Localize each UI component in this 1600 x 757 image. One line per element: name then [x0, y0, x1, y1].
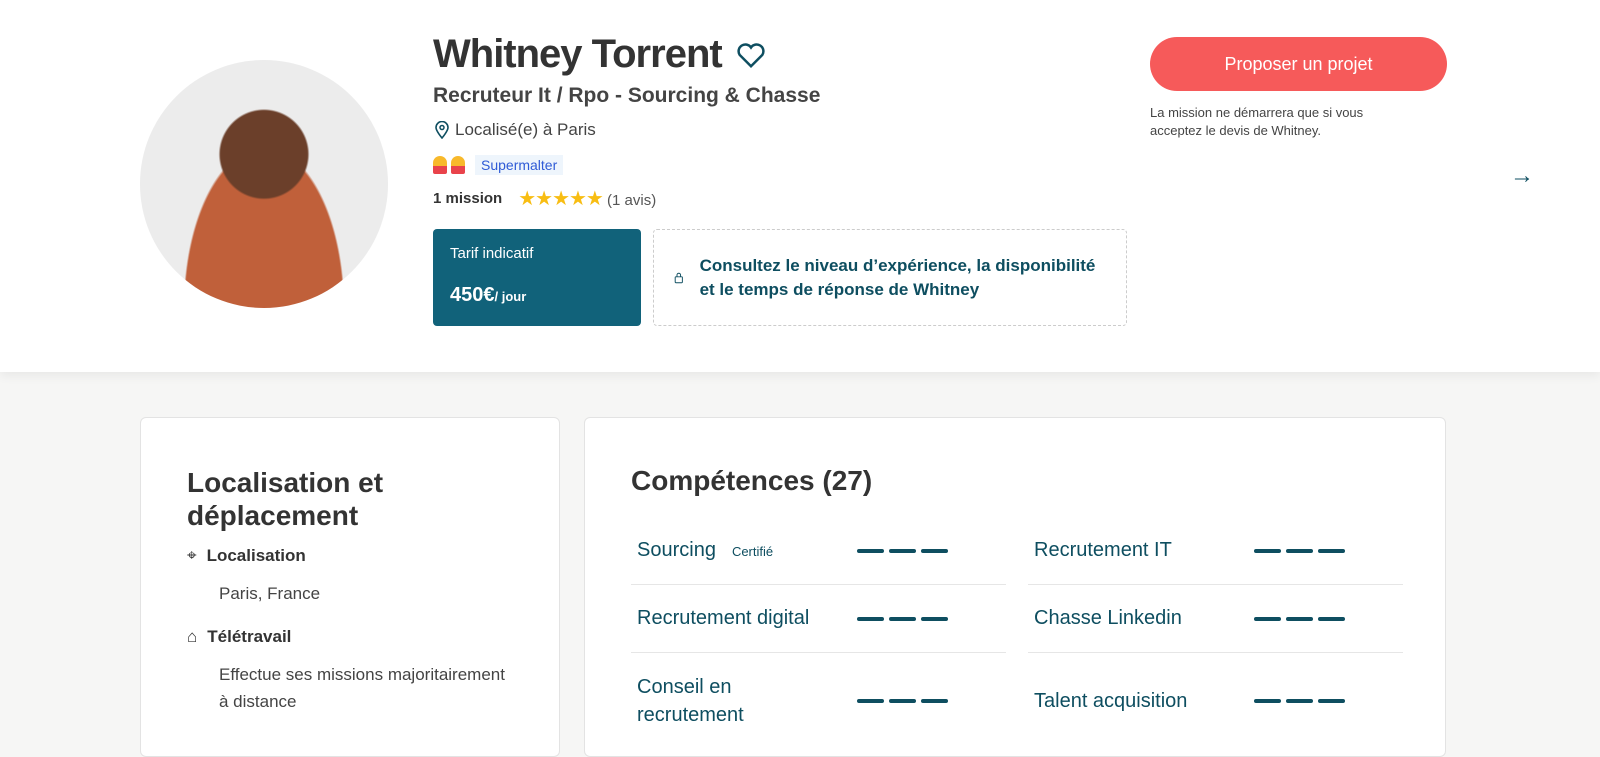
tarif-box: Tarif indicatif 450€/ jour: [433, 229, 641, 326]
skill-item: Talent acquisition: [1028, 653, 1403, 749]
skill-level: [1254, 616, 1345, 621]
location-label: Localisation: [206, 546, 306, 565]
supermalter-badge: Supermalter: [475, 155, 564, 175]
badges: Supermalter: [433, 155, 564, 175]
propose-project-button[interactable]: Proposer un projet: [1150, 37, 1447, 91]
skill-item: Conseil en recrutement: [631, 653, 1006, 749]
lock-icon: [674, 272, 683, 283]
profile-title: Recruteur It / Rpo - Sourcing & Chasse: [433, 84, 821, 107]
medal-icon: [433, 156, 447, 174]
skill-item: Sourcing Certifié: [631, 517, 1006, 585]
star-rating-icon: ★★★★★: [518, 188, 604, 210]
profile-location: Localisé(e) à Paris: [435, 120, 596, 140]
avatar: [140, 60, 388, 308]
skill-name: Talent acquisition: [1034, 689, 1188, 712]
review-count[interactable]: (1 avis): [607, 192, 656, 209]
skill-level: [857, 616, 948, 621]
location-pin-icon: ⌖: [187, 546, 197, 565]
skill-item: Chasse Linkedin: [1028, 585, 1403, 653]
cta-note: La mission ne démarrera que si vous acce…: [1150, 105, 1364, 138]
location-value: Paris, France: [219, 584, 321, 603]
skill-level: [857, 699, 948, 703]
skill-name: Sourcing: [637, 539, 716, 561]
home-icon: ⌂: [187, 627, 198, 646]
skill-name: Conseil en recrutement: [637, 676, 744, 726]
mission-stats: 1 mission ★★★★★ (1 avis): [433, 186, 656, 211]
remote-value: Effectue ses missions majoritairement à …: [219, 665, 505, 711]
remote-label: Télétravail: [207, 627, 292, 646]
tarif-label: Tarif indicatif: [450, 245, 534, 262]
location-card-title: Localisation et déplacement: [187, 467, 384, 531]
skill-level: [1254, 548, 1345, 553]
location-pin-icon: [435, 121, 449, 139]
mission-count: 1 mission: [433, 190, 503, 207]
locked-info-box[interactable]: Consultez le niveau d’expérience, la dis…: [653, 229, 1127, 326]
heart-icon[interactable]: [736, 41, 766, 69]
skill-level: [857, 548, 948, 553]
skill-item: Recrutement digital: [631, 585, 1006, 653]
medal-icon: [451, 156, 465, 174]
skill-name: Chasse Linkedin: [1034, 607, 1182, 629]
skill-name: Recrutement IT: [1034, 539, 1172, 561]
skills-title: Compétences (27): [631, 465, 873, 496]
location-text: Localisé(e) à Paris: [455, 120, 596, 139]
profile-name-row: Whitney Torrent: [433, 32, 766, 77]
skill-level: [1254, 699, 1345, 703]
skill-cert: Certifié: [731, 544, 774, 559]
skills-card: Compétences (27) Sourcing Certifié Recrut…: [584, 417, 1446, 757]
locked-info-text: Consultez le niveau d’expérience, la dis…: [699, 255, 1096, 299]
location-card: Localisation et déplacement ⌖ Localisatio…: [140, 417, 560, 757]
skill-item: Recrutement IT: [1028, 517, 1403, 585]
profile-header: Whitney Torrent Recruteur It / Rpo - Sou…: [0, 0, 1600, 372]
profile-name: Whitney Torrent: [433, 32, 723, 76]
arrow-right-icon[interactable]: →: [1510, 162, 1534, 190]
tarif-unit: / jour: [494, 289, 527, 304]
skill-name: Recrutement digital: [637, 607, 810, 629]
tarif-price: 450€: [450, 284, 495, 306]
